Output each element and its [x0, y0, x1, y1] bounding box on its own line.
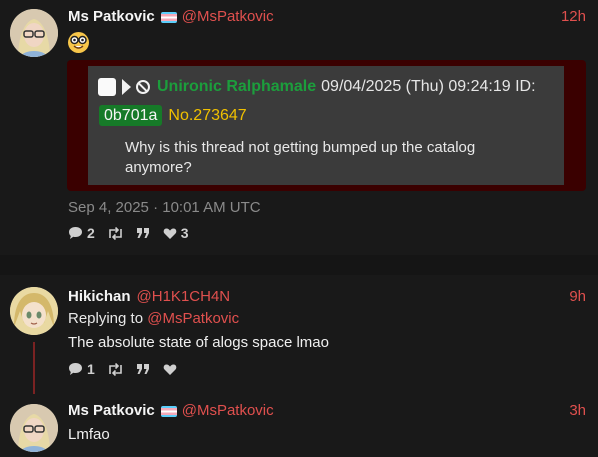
author-row: Hikichan @H1K1CH4N: [68, 288, 230, 306]
heart-icon: [163, 364, 177, 375]
quote-icon: [136, 364, 149, 374]
handle[interactable]: @MsPatkovic: [182, 402, 274, 420]
avatar[interactable]: [10, 404, 58, 452]
replying-to: Replying to @MsPatkovic: [68, 310, 239, 327]
reply-button[interactable]: 2: [68, 225, 95, 241]
post-text: Lmfao: [68, 426, 110, 443]
poster-id-badge[interactable]: 0b701a: [99, 105, 163, 126]
quote-button[interactable]: [136, 363, 151, 375]
post-1[interactable]: Ms Patkovic @MsPatkovic 12h Unironic Ral…: [0, 0, 598, 255]
display-name[interactable]: Ms Patkovic: [68, 8, 155, 26]
quoted-post-header: Unironic Ralphamale 09/04/2025 (Thu) 09:…: [98, 77, 536, 97]
timestamp[interactable]: 12h: [561, 8, 586, 26]
hide-icon[interactable]: [136, 80, 150, 94]
quote-button[interactable]: [136, 227, 151, 239]
avatar[interactable]: [10, 9, 58, 57]
select-checkbox[interactable]: [98, 78, 116, 96]
author-row: Ms Patkovic @MsPatkovic: [68, 402, 274, 420]
post-date[interactable]: Sep 4, 2025 · 10:01 AM UTC: [68, 199, 261, 216]
post-actions: 1: [68, 361, 189, 377]
display-name[interactable]: Hikichan: [68, 288, 131, 306]
quote-icon: [136, 228, 149, 238]
reply-count: 1: [87, 361, 95, 377]
post-number[interactable]: No.273647: [168, 107, 246, 125]
post-datetime: 09/04/2025 (Thu) 09:24:19 ID:: [321, 78, 536, 95]
like-button[interactable]: 3: [163, 225, 189, 241]
heart-icon: [163, 228, 177, 239]
post-actions: 2 3: [68, 225, 201, 241]
avatar[interactable]: [10, 287, 58, 335]
thread-divider: [0, 255, 598, 275]
retweet-icon: [108, 226, 122, 240]
post-text: The absolute state of alogs space lmao: [68, 334, 329, 351]
timestamp[interactable]: 9h: [569, 288, 586, 306]
replying-to-handle[interactable]: @MsPatkovic: [147, 310, 239, 327]
quoted-post-body: Why is this thread not getting bumped up…: [125, 139, 476, 176]
post-2[interactable]: Hikichan @H1K1CH4N 9h Replying to @MsPat…: [0, 275, 598, 394]
like-button[interactable]: [163, 363, 177, 376]
reply-button[interactable]: 1: [68, 361, 95, 377]
retweet-button[interactable]: [107, 362, 124, 376]
trans-flag-icon: [160, 11, 177, 23]
handle[interactable]: @MsPatkovic: [182, 8, 274, 26]
retweet-button[interactable]: [107, 226, 124, 240]
expand-arrow-icon[interactable]: [122, 79, 131, 95]
handle[interactable]: @H1K1CH4N: [137, 288, 231, 306]
like-count: 3: [180, 225, 189, 241]
reply-count: 2: [87, 225, 95, 241]
nerd-face-emoji-icon: [68, 32, 89, 53]
timestamp[interactable]: 3h: [569, 402, 586, 420]
display-name[interactable]: Ms Patkovic: [68, 402, 155, 420]
poster-name: Unironic Ralphamale: [157, 78, 317, 95]
comment-icon: [69, 363, 82, 375]
quoted-post-card[interactable]: Unironic Ralphamale 09/04/2025 (Thu) 09:…: [67, 60, 586, 191]
thread-connector-line: [33, 342, 35, 398]
author-row: Ms Patkovic @MsPatkovic: [68, 8, 274, 26]
quoted-post: Unironic Ralphamale 09/04/2025 (Thu) 09:…: [88, 66, 564, 185]
replying-to-label: Replying to: [68, 310, 144, 327]
retweet-icon: [108, 362, 122, 376]
trans-flag-icon: [160, 405, 177, 417]
comment-icon: [69, 227, 82, 239]
quoted-post-ids: 0b701a No.273647: [99, 105, 247, 126]
post-3[interactable]: Ms Patkovic @MsPatkovic 3h Lmfao: [0, 394, 598, 457]
